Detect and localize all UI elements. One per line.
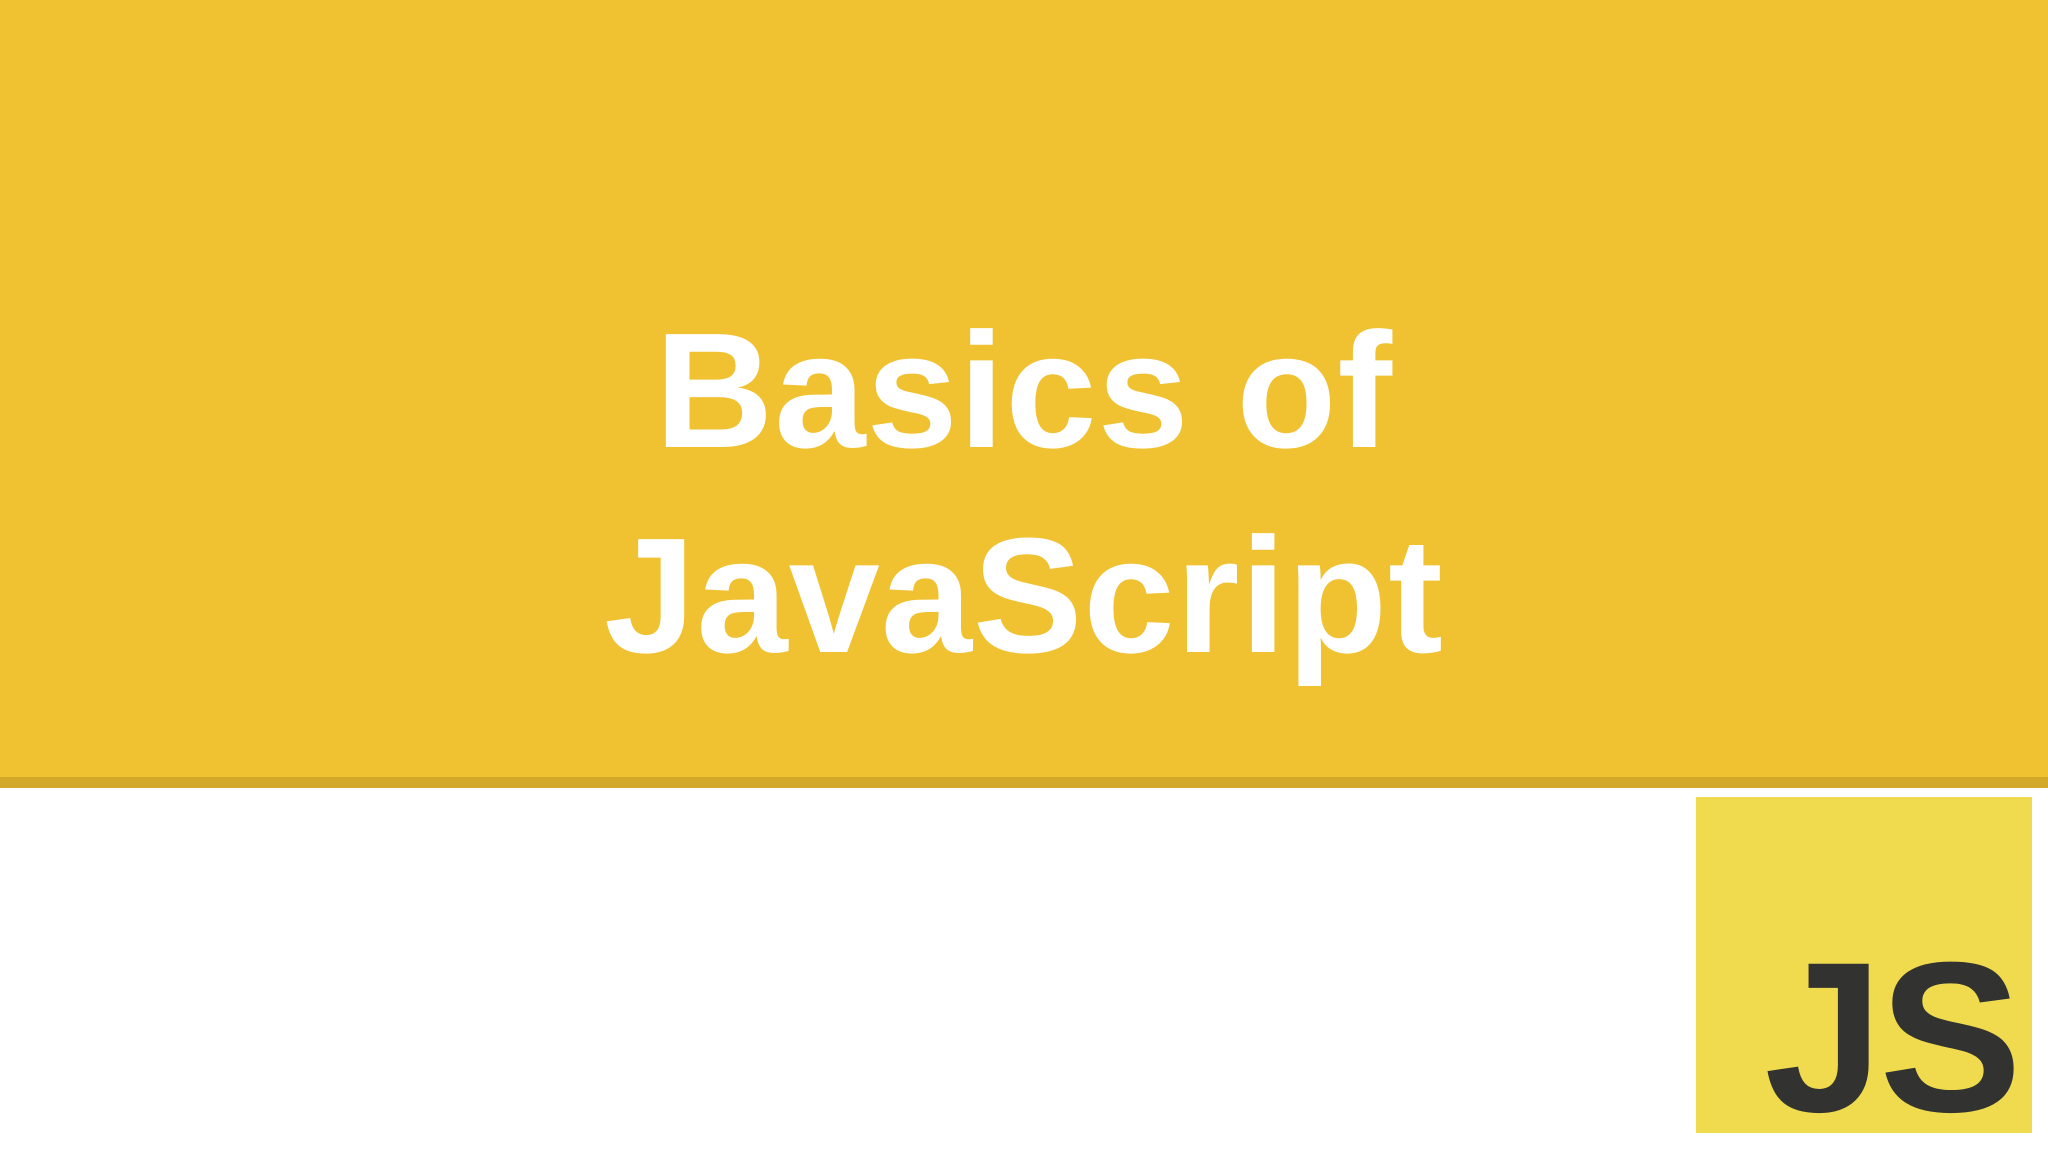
banner-divider (0, 777, 2048, 788)
presentation-slide: Basics of JavaScript JS (0, 0, 2048, 1152)
javascript-logo-text: JS (1764, 918, 2022, 1157)
javascript-logo-icon: JS (1696, 797, 2032, 1145)
slide-title: Basics of JavaScript (0, 288, 2048, 698)
title-banner: Basics of JavaScript (0, 0, 2048, 777)
slide-title-line-2: JavaScript (604, 504, 1444, 687)
slide-title-line-1: Basics of (654, 299, 1394, 482)
